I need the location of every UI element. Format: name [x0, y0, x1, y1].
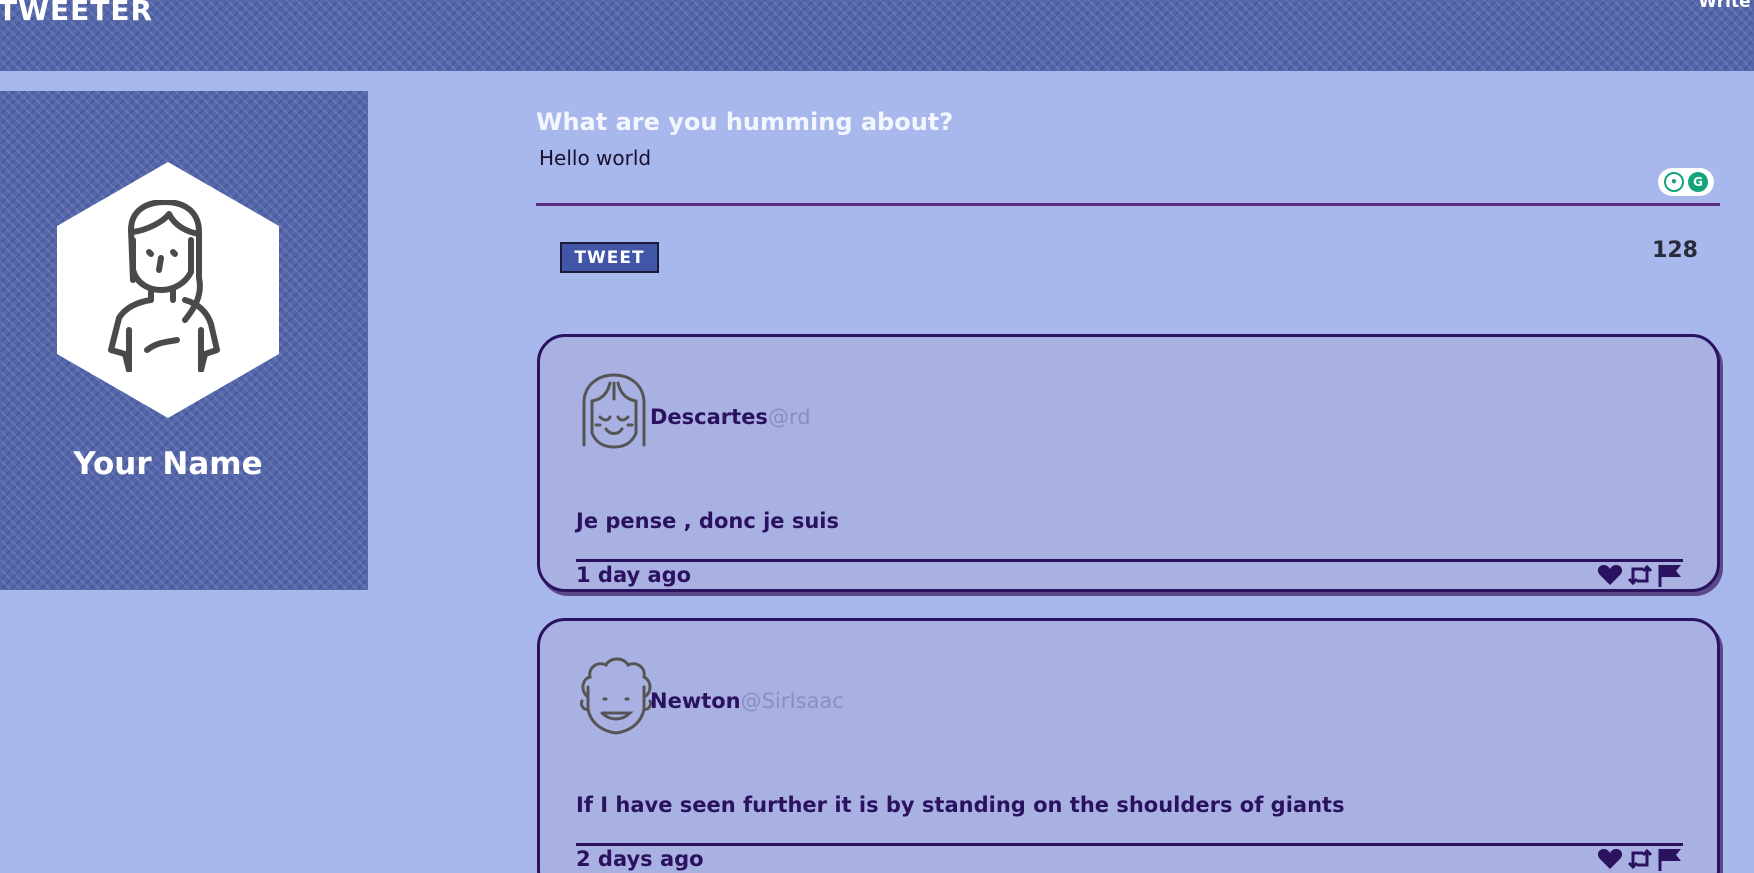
tweet-card: Descartes@rd Je pense , donc je suis 1 d…	[537, 334, 1720, 592]
retweet-icon[interactable]	[1627, 563, 1653, 587]
avatar	[57, 162, 279, 418]
tweet-user[interactable]: Descartes@rd	[650, 405, 811, 429]
tweet-text: Je pense , donc je suis	[576, 509, 840, 533]
tweet-user[interactable]: Newton@SirIsaac	[650, 689, 844, 713]
woman-avatar-icon	[108, 200, 220, 372]
flag-icon[interactable]	[1657, 847, 1683, 871]
curly-hair-avatar-icon	[580, 657, 652, 735]
tweet-author-name[interactable]: Descartes	[650, 405, 768, 429]
compose-heading: What are you humming about?	[536, 108, 954, 136]
tweet-timestamp: 1 day ago	[576, 563, 692, 587]
tweet-actions	[1597, 563, 1683, 587]
heart-icon[interactable]	[1597, 563, 1623, 587]
tweet-actions	[1597, 847, 1683, 871]
profile-name: Your Name	[73, 446, 263, 482]
lightbulb-icon[interactable]: •	[1664, 172, 1684, 192]
retweet-icon[interactable]	[1627, 847, 1653, 871]
write-tweet-link[interactable]: Write a	[1698, 0, 1754, 12]
tweet-card: Newton@SirIsaac If I have seen further i…	[537, 618, 1720, 873]
character-counter: 128	[1652, 238, 1698, 263]
heart-icon[interactable]	[1597, 847, 1623, 871]
grammar-widget[interactable]: • G	[1658, 168, 1714, 196]
tweet-timestamp: 2 days ago	[576, 847, 704, 871]
brand-logo[interactable]: TWEETER	[0, 0, 153, 27]
tweet-author-handle[interactable]: @SirIsaac	[741, 689, 844, 713]
tweet-footer: 1 day ago	[576, 559, 1683, 589]
flag-icon[interactable]	[1657, 563, 1683, 587]
grammarly-icon[interactable]: G	[1688, 172, 1708, 192]
top-nav: TWEETER Write a	[0, 0, 1754, 71]
tweet-text: If I have seen further it is by standing…	[576, 793, 1345, 817]
tweet-textarea[interactable]: Hello world	[536, 140, 1720, 206]
tweet-footer: 2 days ago	[576, 843, 1683, 873]
girl-avatar-icon	[582, 373, 646, 449]
tweet-author-name[interactable]: Newton	[650, 689, 741, 713]
tweet-button[interactable]: TWEET	[560, 242, 659, 273]
tweet-author-handle[interactable]: @rd	[768, 405, 811, 429]
profile-card: Your Name	[0, 91, 368, 590]
